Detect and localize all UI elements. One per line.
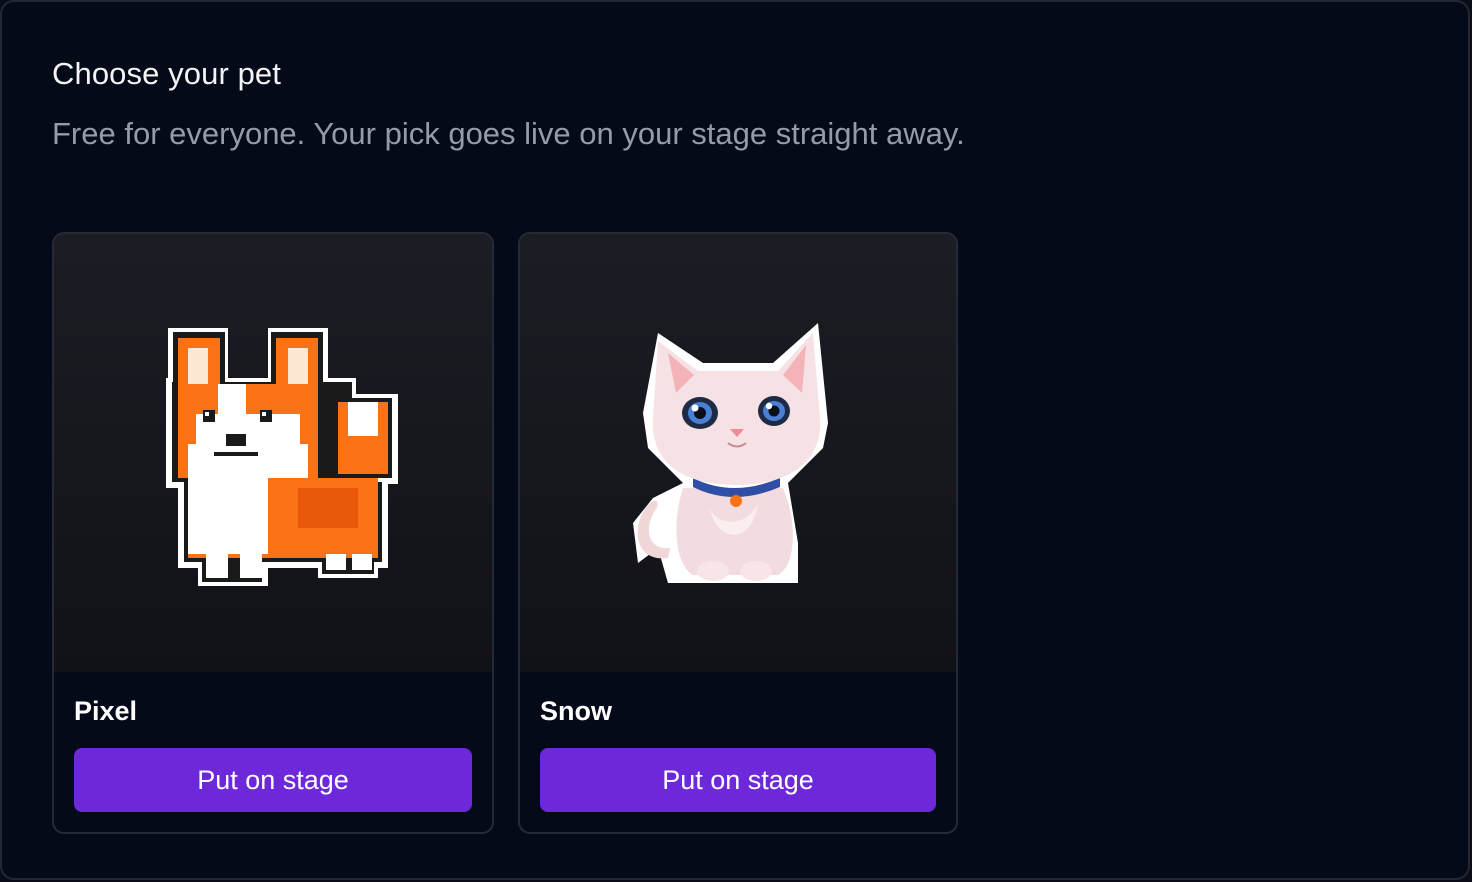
put-on-stage-button-snow[interactable]: Put on stage (540, 748, 936, 812)
pet-card-pixel: Pixel Put on stage (52, 232, 494, 834)
corgi-image (166, 328, 398, 586)
pet-image-pixel (54, 234, 492, 672)
pet-name: Pixel (74, 696, 138, 726)
pet-card-snow: Snow Put on stage (518, 232, 958, 834)
pet-name: Snow (540, 696, 612, 726)
pet-image-snow (520, 234, 956, 672)
kitten-image (633, 323, 828, 583)
put-on-stage-button-pixel[interactable]: Put on stage (74, 748, 472, 812)
page-title: Choose your pet (52, 56, 281, 91)
pet-picker-panel: Choose your pet Free for everyone. Your … (0, 0, 1470, 880)
page-subtitle: Free for everyone. Your pick goes live o… (52, 116, 965, 151)
